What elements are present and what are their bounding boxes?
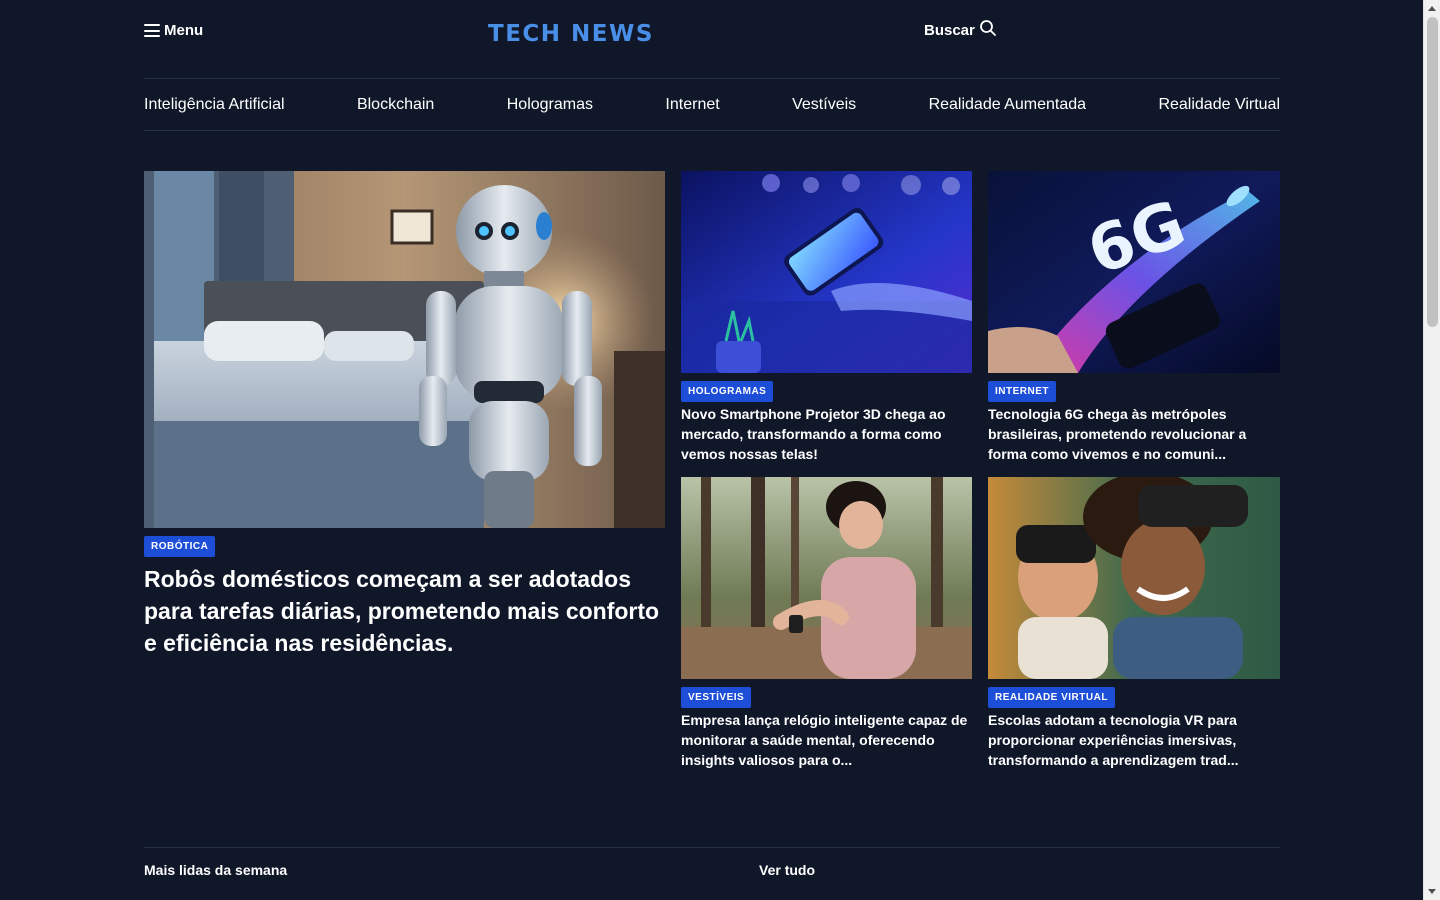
see-all-link[interactable]: Ver tudo bbox=[759, 862, 815, 878]
robot-image bbox=[144, 171, 665, 528]
featured-title[interactable]: Robôs domésticos começam a ser adotados … bbox=[144, 563, 665, 659]
6g-phone-image: 6G bbox=[988, 171, 1280, 373]
nav-item-vestiveis[interactable]: Vestíveis bbox=[792, 96, 856, 114]
nav-item-realidade-aumentada[interactable]: Realidade Aumentada bbox=[929, 96, 1086, 114]
nav-item-hologramas[interactable]: Hologramas bbox=[507, 96, 593, 114]
search-icon bbox=[979, 19, 996, 36]
featured-image-robot[interactable] bbox=[144, 171, 665, 528]
most-read-section-header: Mais lidas da semana Ver tudo bbox=[144, 847, 1280, 900]
scroll-up-arrow-icon[interactable] bbox=[1428, 6, 1436, 11]
menu-label: Menu bbox=[164, 22, 204, 39]
vertical-scrollbar[interactable] bbox=[1423, 0, 1440, 900]
card-title[interactable]: Novo Smartphone Projetor 3D chega ao mer… bbox=[681, 404, 972, 464]
scroll-down-arrow-icon[interactable] bbox=[1428, 889, 1436, 894]
search-button[interactable]: Buscar bbox=[924, 19, 997, 39]
card-image-vr[interactable] bbox=[988, 477, 1280, 679]
nav-item-blockchain[interactable]: Blockchain bbox=[357, 96, 434, 114]
card-title[interactable]: Escolas adotam a tecnologia VR para prop… bbox=[988, 710, 1280, 770]
hologram-phone-image bbox=[681, 171, 972, 373]
section-title: Mais lidas da semana bbox=[144, 862, 288, 878]
card-image-6g[interactable]: 6G bbox=[988, 171, 1280, 373]
menu-button[interactable]: Menu bbox=[144, 22, 203, 39]
scroll-thumb[interactable] bbox=[1427, 17, 1438, 327]
nav-item-inteligencia-artificial[interactable]: Inteligência Artificial bbox=[144, 96, 285, 114]
card-category-badge[interactable]: INTERNET bbox=[988, 381, 1056, 402]
article-card-vestiveis[interactable]: VESTÍVEIS Empresa lança relógio intelige… bbox=[681, 477, 972, 770]
smartwatch-forest-image bbox=[681, 477, 972, 679]
card-image-phone[interactable] bbox=[681, 171, 972, 373]
article-card-hologramas[interactable]: HOLOGRAMAS Novo Smartphone Projetor 3D c… bbox=[681, 171, 972, 464]
page: Menu TECH NEWS Buscar Inteligência Artif… bbox=[144, 0, 1280, 878]
site-header: Menu TECH NEWS Buscar bbox=[144, 0, 1280, 78]
nav-item-internet[interactable]: Internet bbox=[665, 96, 719, 114]
featured-category-badge[interactable]: ROBÓTICA bbox=[144, 536, 216, 557]
card-title[interactable]: Empresa lança relógio inteligente capaz … bbox=[681, 710, 972, 770]
site-logo[interactable]: TECH NEWS bbox=[488, 21, 654, 47]
card-image-smartwatch[interactable] bbox=[681, 477, 972, 679]
vr-kids-image bbox=[988, 477, 1280, 679]
article-card-realidade-virtual[interactable]: REALIDADE VIRTUAL Escolas adotam a tecno… bbox=[988, 477, 1280, 770]
card-title[interactable]: Tecnologia 6G chega às metrópoles brasil… bbox=[988, 404, 1280, 464]
category-nav: Inteligência Artificial Blockchain Holog… bbox=[144, 78, 1280, 131]
featured-article[interactable]: ROBÓTICA Robôs domésticos começam a ser … bbox=[144, 171, 665, 659]
article-card-internet[interactable]: 6G INTERNET Tecnologia 6G chega às metró… bbox=[988, 171, 1280, 464]
card-category-badge[interactable]: VESTÍVEIS bbox=[681, 687, 752, 708]
card-category-badge[interactable]: REALIDADE VIRTUAL bbox=[988, 687, 1115, 708]
nav-item-realidade-virtual[interactable]: Realidade Virtual bbox=[1158, 96, 1280, 114]
card-category-badge[interactable]: HOLOGRAMAS bbox=[681, 381, 774, 402]
search-label: Buscar bbox=[924, 22, 975, 39]
hamburger-icon bbox=[144, 24, 160, 37]
